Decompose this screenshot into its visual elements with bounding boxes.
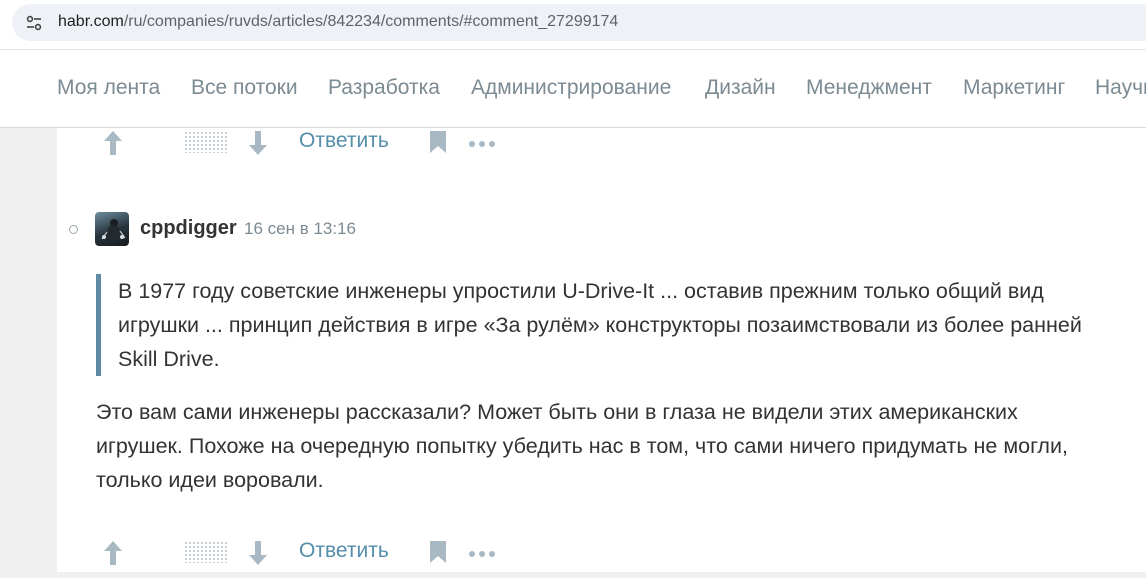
- url-host: habr.com: [58, 13, 124, 30]
- bookmark-icon[interactable]: [428, 540, 448, 564]
- avatar[interactable]: [95, 212, 129, 246]
- rating-score-hidden: [184, 131, 228, 153]
- more-icon[interactable]: [468, 546, 496, 557]
- arrow-down-icon[interactable]: [245, 128, 271, 158]
- nav-item-popsci[interactable]: Научпоп: [1095, 76, 1146, 100]
- arrow-down-icon[interactable]: [245, 538, 271, 568]
- comment-body: Это вам сами инженеры рассказали? Может …: [96, 400, 1068, 492]
- reply-button[interactable]: Ответить: [299, 539, 389, 563]
- url-field[interactable]: habr.com/ru/companies/ruvds/articles/842…: [12, 4, 1146, 41]
- rating-score-hidden: [184, 541, 228, 563]
- bookmark-icon[interactable]: [428, 130, 448, 154]
- previous-comment-footer: Ответить: [100, 128, 520, 168]
- nav-item-all-flows[interactable]: Все потоки: [191, 76, 298, 100]
- nav-item-design[interactable]: Дизайн: [705, 76, 776, 100]
- browser-address-bar: habr.com/ru/companies/ruvds/articles/842…: [0, 0, 1146, 50]
- tune-icon[interactable]: [18, 7, 49, 38]
- arrow-up-icon[interactable]: [100, 538, 126, 568]
- comment-datetime[interactable]: 16 сен в 13:16: [244, 219, 356, 239]
- arrow-up-icon[interactable]: [100, 128, 126, 158]
- url-path: /ru/companies/ruvds/articles/842234/comm…: [123, 13, 619, 30]
- nav-item-management[interactable]: Менеджмент: [806, 76, 932, 100]
- thread-marker-icon[interactable]: [69, 225, 78, 234]
- nav-item-marketing[interactable]: Маркетинг: [963, 76, 1065, 100]
- nav-item-my-feed[interactable]: Моя лента: [57, 76, 160, 100]
- comment-author[interactable]: cppdigger: [140, 217, 237, 240]
- more-icon[interactable]: [468, 136, 496, 147]
- flows-nav: Моя лента Все потоки Разработка Админист…: [0, 50, 1146, 128]
- comments-section: Ответить cppdigger 16 сен в 13:16 В 1977…: [57, 128, 1146, 572]
- comment-quote: В 1977 году советские инженеры упростили…: [96, 274, 1106, 376]
- nav-item-development[interactable]: Разработка: [328, 76, 440, 100]
- url-text[interactable]: habr.com/ru/companies/ruvds/articles/842…: [58, 13, 618, 31]
- nav-item-administration[interactable]: Администрирование: [471, 76, 671, 100]
- comment-footer: Ответить: [100, 538, 520, 578]
- reply-button[interactable]: Ответить: [299, 129, 389, 153]
